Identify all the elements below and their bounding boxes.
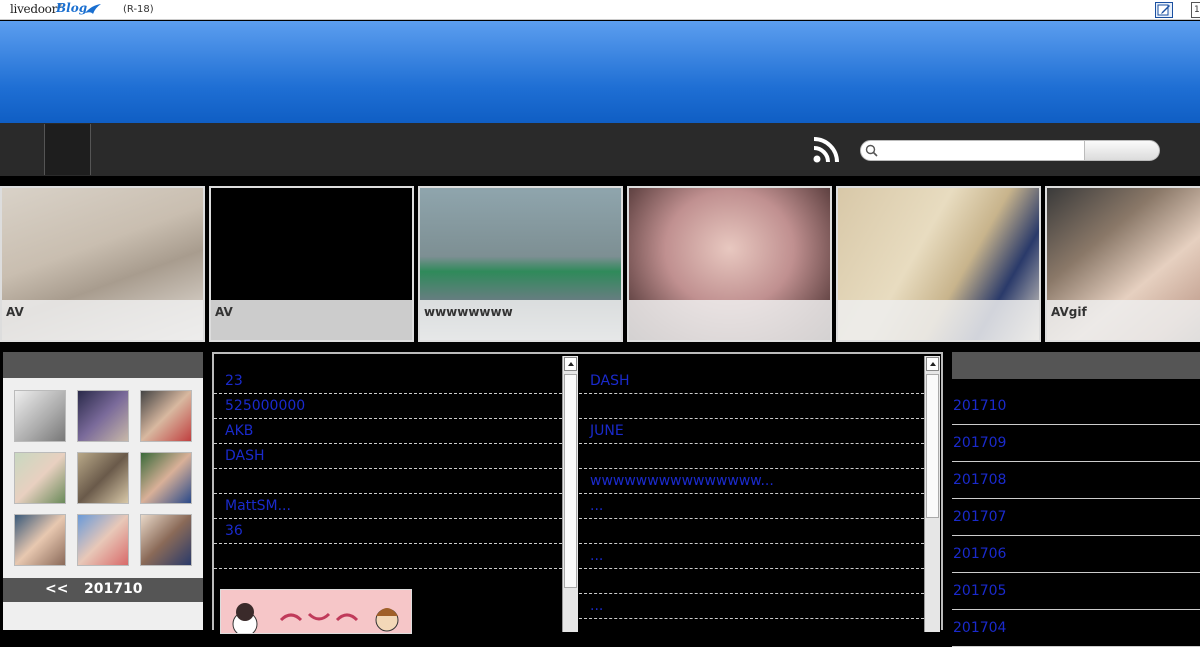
counter-badge[interactable]: 1: [1191, 2, 1200, 18]
edit-icon[interactable]: [1155, 2, 1173, 18]
thumbnail-caption-bar: [838, 300, 1039, 340]
article-link[interactable]: wwwwwwwwwwwwwww...: [579, 469, 924, 494]
livedoor-bar: livedoor® Blog (R-18) 1: [0, 0, 1200, 20]
archive-month-link[interactable]: 201706: [952, 536, 1200, 573]
thumbnail-caption: wwwwwwww: [424, 305, 513, 319]
archives-sidebar: 201710 201709 201708 201707 201706 20170…: [952, 352, 1200, 647]
blog-banner-image[interactable]: [220, 589, 412, 634]
gallery-thumbnail[interactable]: [77, 452, 129, 504]
article-link[interactable]: [579, 519, 924, 544]
archives-header: [952, 352, 1200, 379]
thumbnail-caption-bar: AVgif: [1047, 300, 1200, 340]
article-link[interactable]: DASH: [214, 444, 562, 469]
thumbnail-caption-bar: [629, 300, 830, 340]
gallery-thumbnail[interactable]: [14, 452, 66, 504]
gallery-thumbnail[interactable]: [140, 390, 192, 442]
articles-column-left: 23 525000000 AKB DASH MattSM... 36: [214, 369, 562, 569]
scroll-up-arrow[interactable]: [564, 357, 577, 371]
nav-home-button[interactable]: [44, 124, 91, 175]
thumbnail-caption-bar: wwwwwwww: [420, 300, 621, 340]
gallery-thumbnail[interactable]: [14, 390, 66, 442]
article-link[interactable]: [579, 394, 924, 419]
left-sidebar-header: [3, 352, 203, 378]
article-link[interactable]: ...: [579, 544, 924, 569]
article-link[interactable]: 525000000: [214, 394, 562, 419]
archive-month-link[interactable]: 201710: [952, 388, 1200, 425]
rss-icon[interactable]: [812, 136, 840, 164]
scroll-thumb[interactable]: [926, 374, 939, 518]
scroll-up-arrow[interactable]: [926, 357, 939, 371]
articles-column-right: DASH JUNE wwwwwwwwwwwwwww... ... ... ...: [579, 369, 924, 619]
archive-month-link[interactable]: 201709: [952, 425, 1200, 462]
article-link[interactable]: 36: [214, 519, 562, 544]
thumbnail-caption: AV: [6, 305, 24, 319]
article-link[interactable]: DASH: [579, 369, 924, 394]
scroll-thumb[interactable]: [564, 374, 577, 588]
featured-thumbnail[interactable]: [836, 186, 1041, 342]
archive-month-link[interactable]: 201708: [952, 462, 1200, 499]
current-month-label: 201710: [84, 581, 143, 597]
blog-logo-text[interactable]: Blog: [56, 1, 87, 15]
scrollbar-right[interactable]: [924, 356, 940, 632]
gallery-thumbnail[interactable]: [140, 514, 192, 566]
search-box: [860, 140, 1160, 161]
article-link[interactable]: [579, 444, 924, 469]
featured-thumbnail[interactable]: [627, 186, 832, 342]
left-sidebar: << 201710: [3, 352, 203, 630]
thumbnail-caption: AV: [215, 305, 233, 319]
search-button[interactable]: [1084, 140, 1160, 161]
calendar-nav: << 201710: [3, 578, 203, 602]
thumbnail-caption-bar: AV: [211, 300, 412, 340]
article-link[interactable]: MattSM...: [214, 494, 562, 519]
thumbnail-caption-bar: AV: [2, 300, 203, 340]
prev-month-link[interactable]: <<: [45, 581, 68, 597]
archive-month-link[interactable]: 201705: [952, 573, 1200, 610]
article-link[interactable]: [579, 569, 924, 594]
search-input[interactable]: [860, 140, 1085, 161]
gallery-thumbnail[interactable]: [77, 390, 129, 442]
featured-thumbnail[interactable]: AV: [209, 186, 414, 342]
blog-header-banner[interactable]: [0, 21, 1200, 123]
featured-thumbnail[interactable]: AVgif: [1045, 186, 1200, 342]
archive-month-link[interactable]: 201707: [952, 499, 1200, 536]
article-link[interactable]: 23: [214, 369, 562, 394]
archive-month-link[interactable]: 201704: [952, 610, 1200, 647]
featured-thumbnail[interactable]: AV: [0, 186, 205, 342]
article-link[interactable]: JUNE: [579, 419, 924, 444]
featured-thumbnail[interactable]: wwwwwwww: [418, 186, 623, 342]
gallery-thumbnail[interactable]: [14, 514, 66, 566]
bird-icon: [85, 4, 101, 14]
banner-illustration-icon: [221, 590, 411, 633]
search-icon: [865, 144, 878, 157]
livedoor-logo[interactable]: livedoor®: [10, 2, 63, 16]
latest-articles-panel: 23 525000000 AKB DASH MattSM... 36 DASH …: [212, 352, 943, 634]
scrollbar-left[interactable]: [562, 356, 578, 632]
thumbnail-caption: AVgif: [1051, 305, 1087, 319]
article-link[interactable]: AKB: [214, 419, 562, 444]
article-link[interactable]: ...: [579, 594, 924, 619]
livedoor-logo-text: livedoor: [10, 2, 58, 16]
gallery-thumbnail[interactable]: [140, 452, 192, 504]
article-link[interactable]: [214, 544, 562, 569]
article-link[interactable]: ...: [579, 494, 924, 519]
rating-label: (R-18): [123, 4, 154, 15]
article-link[interactable]: [214, 469, 562, 494]
gallery-thumbnail[interactable]: [77, 514, 129, 566]
